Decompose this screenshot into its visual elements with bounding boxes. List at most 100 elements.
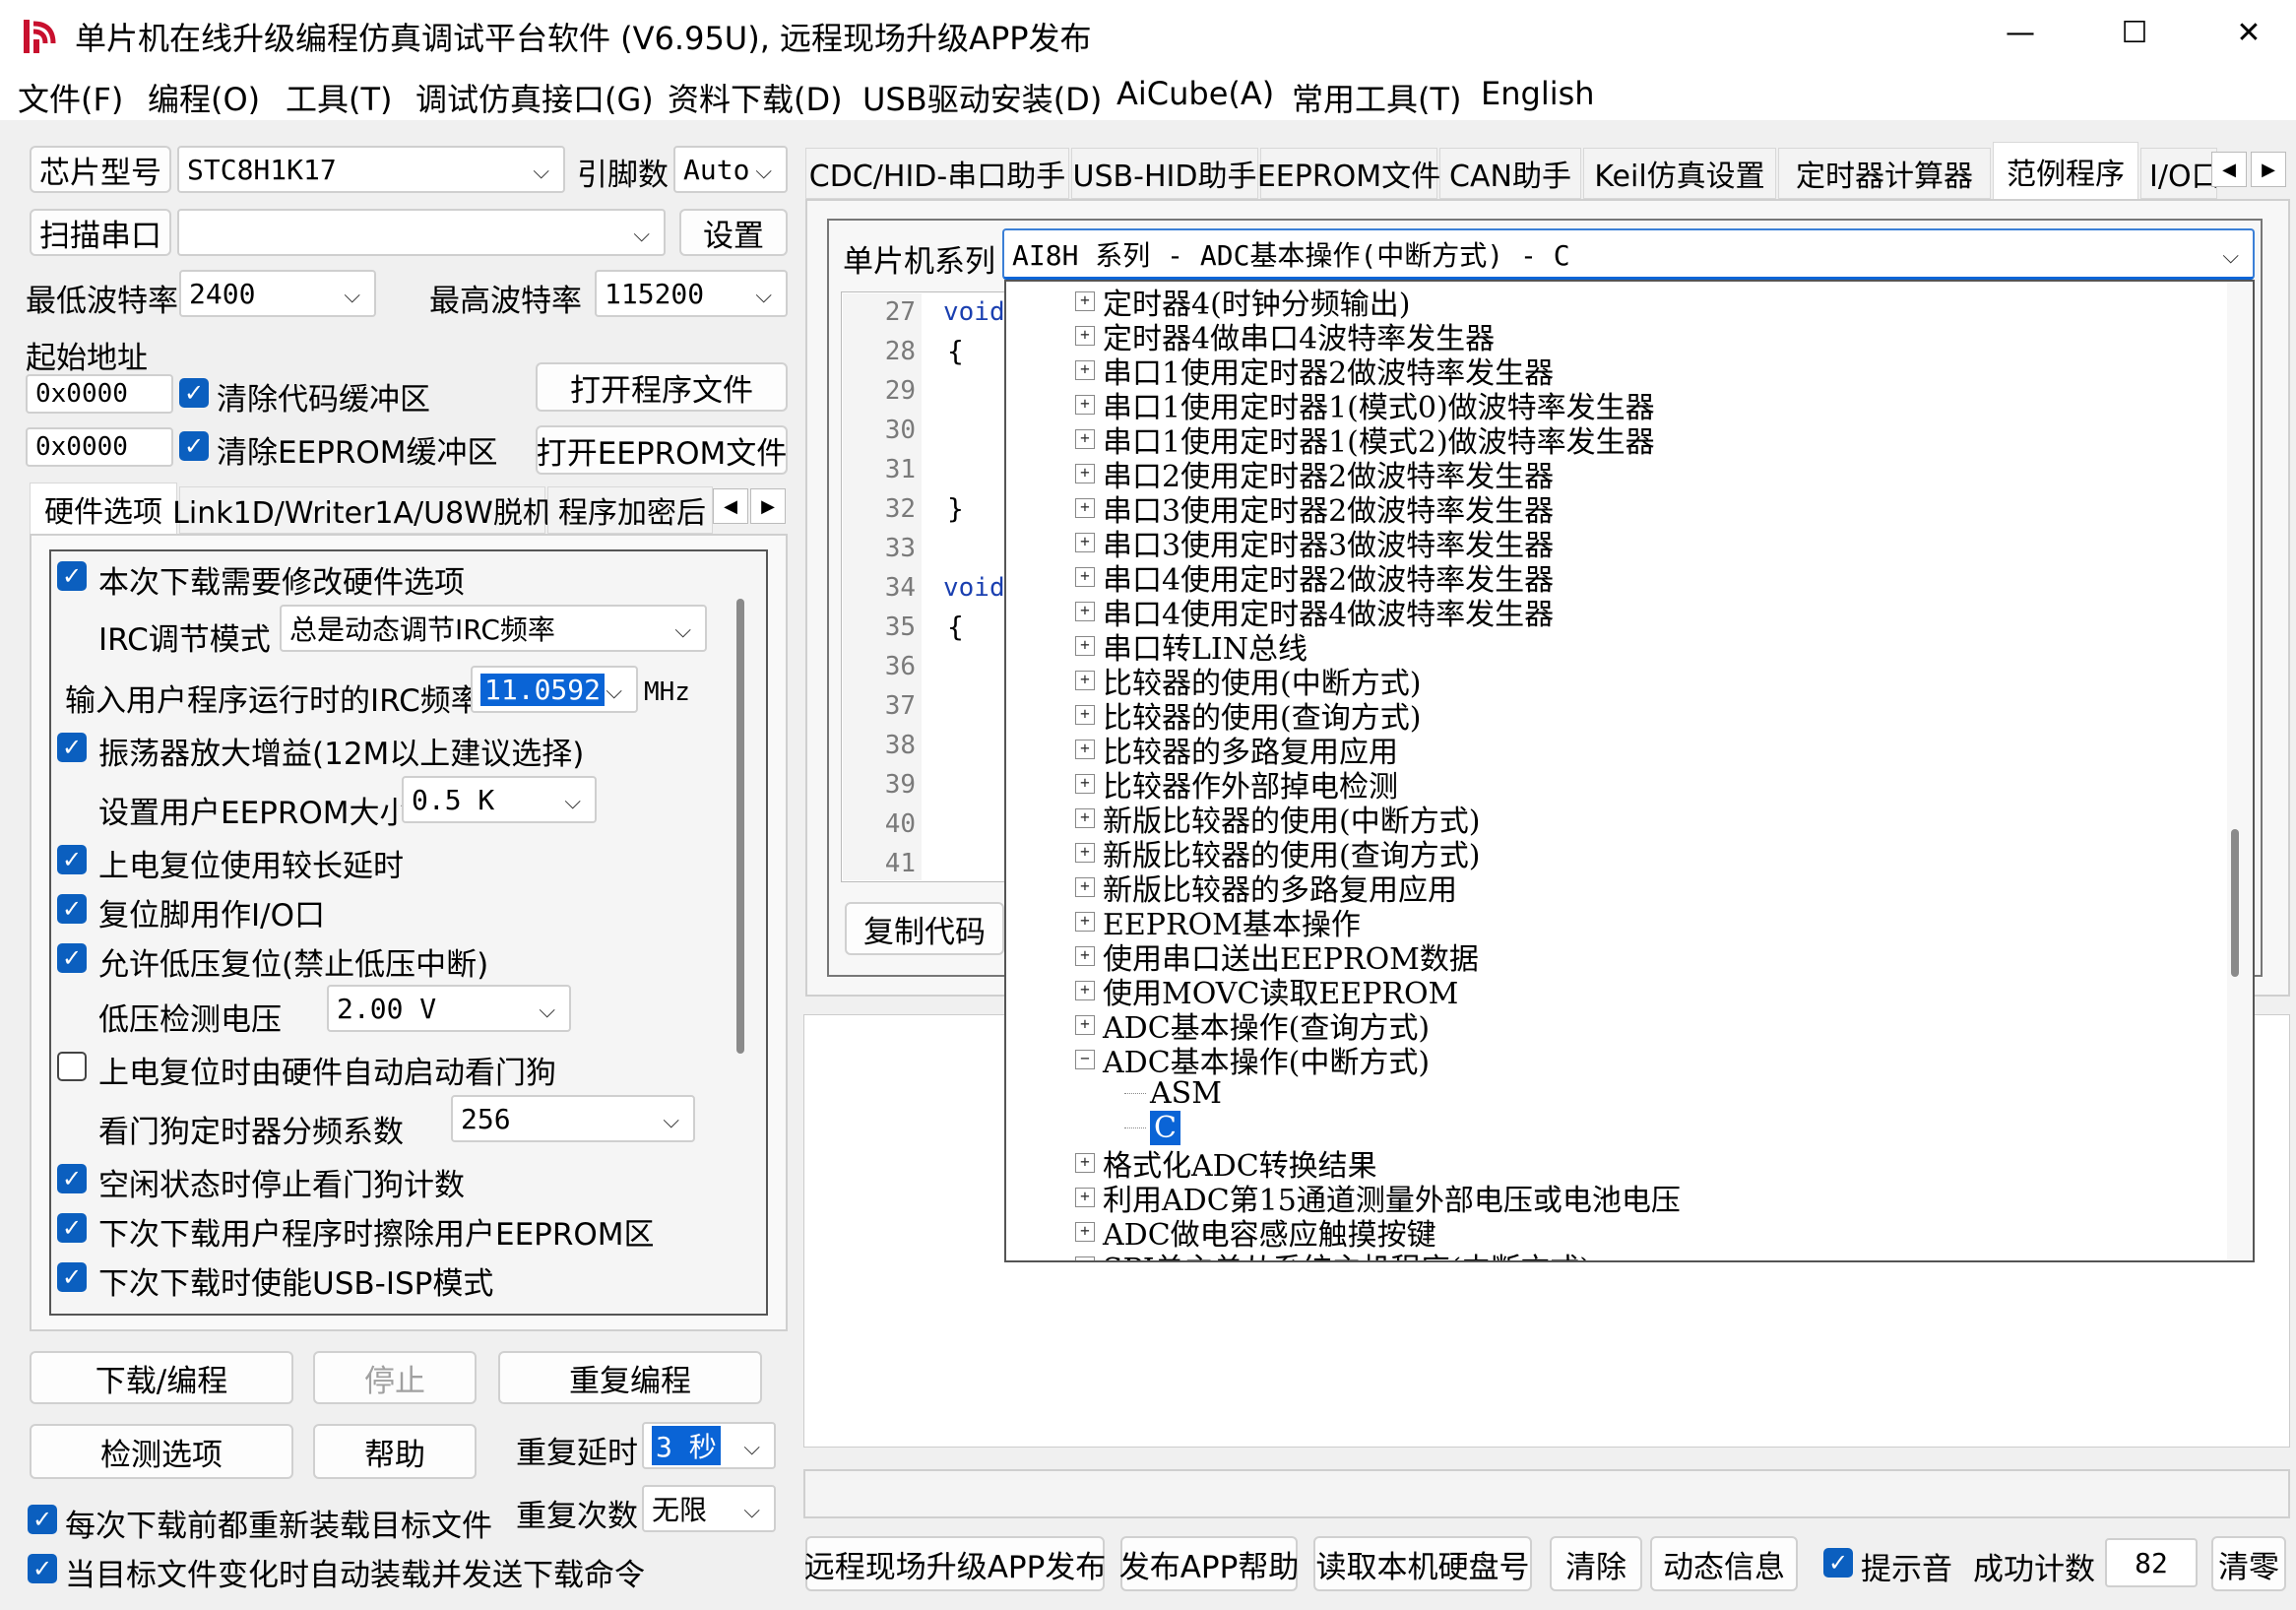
checkbox-icon[interactable]: ✓: [57, 894, 87, 924]
tree-item[interactable]: − ADC基本操作(中断方式): [1075, 1042, 1430, 1080]
tab-hardware-options[interactable]: 硬件选项: [30, 483, 177, 534]
settings-button[interactable]: 设置: [679, 209, 788, 256]
expand-icon[interactable]: +: [1075, 463, 1095, 483]
chip-model-select[interactable]: STC8H1K17 ⌵: [177, 146, 565, 193]
expand-icon[interactable]: +: [1075, 1152, 1095, 1173]
tab-cdc-serial[interactable]: CDC/HID-串口助手: [805, 148, 1069, 199]
expand-icon[interactable]: +: [1075, 601, 1095, 621]
dynamic-info-button[interactable]: 动态信息: [1650, 1536, 1798, 1591]
tab-timer-calc[interactable]: 定时器计算器: [1778, 148, 1991, 199]
scroll-left-icon[interactable]: ◀: [713, 488, 748, 524]
clear-button[interactable]: 清除: [1550, 1536, 1642, 1591]
expand-icon[interactable]: +: [1075, 497, 1095, 518]
expand-icon[interactable]: +: [1075, 635, 1095, 656]
repeat-delay-select[interactable]: 3 秒 ⌵: [642, 1422, 776, 1469]
port-select[interactable]: ⌵: [177, 209, 666, 256]
chip-model-button[interactable]: 芯片型号: [30, 146, 171, 193]
tree-scrollbar-thumb[interactable]: [2231, 829, 2239, 977]
open-eeprom-button[interactable]: 打开EEPROM文件: [536, 425, 788, 475]
download-button[interactable]: 下载/编程: [30, 1351, 293, 1404]
open-program-button[interactable]: 打开程序文件: [536, 362, 788, 412]
tab-io[interactable]: I/O口: [2140, 148, 2217, 199]
menu-common-tools[interactable]: 常用工具(T): [1292, 75, 1462, 120]
check-options-button[interactable]: 检测选项: [30, 1424, 293, 1479]
menu-aicube[interactable]: AiCube(A): [1116, 75, 1274, 112]
pins-select[interactable]: Auto ⌵: [673, 146, 788, 193]
remote-upgrade-button[interactable]: 远程现场升级APP发布: [804, 1536, 1106, 1591]
expand-icon[interactable]: +: [1075, 980, 1095, 1000]
stop-button[interactable]: 停止: [313, 1351, 477, 1404]
tab-link1d[interactable]: Link1D/Writer1A/U8W脱机: [172, 486, 552, 534]
checkbox-icon[interactable]: ✓: [57, 561, 87, 591]
expand-icon[interactable]: +: [1075, 359, 1095, 380]
address-input-2[interactable]: 0x0000: [26, 427, 173, 467]
scan-port-button[interactable]: 扫描串口: [30, 209, 171, 256]
expand-icon[interactable]: +: [1075, 704, 1095, 725]
low-voltage-select[interactable]: 2.00 V ⌵: [327, 985, 571, 1032]
expand-icon[interactable]: +: [1075, 1256, 1095, 1260]
menu-downloads[interactable]: 资料下载(D): [668, 75, 843, 120]
tree-scrollbar-track[interactable]: [2227, 282, 2253, 1260]
wdt-select[interactable]: 256 ⌵: [451, 1095, 695, 1142]
expand-icon[interactable]: +: [1075, 842, 1095, 863]
app-help-button[interactable]: 发布APP帮助: [1119, 1536, 1299, 1591]
tab-examples[interactable]: 范例程序: [1993, 142, 2138, 199]
irc-mode-select[interactable]: 总是动态调节IRC频率 ⌵: [280, 605, 707, 652]
expand-icon[interactable]: +: [1075, 911, 1095, 932]
checkbox-icon[interactable]: ✓: [57, 1164, 87, 1193]
collapse-icon[interactable]: −: [1075, 1049, 1095, 1069]
expand-icon[interactable]: +: [1075, 807, 1095, 828]
tab-can[interactable]: CAN助手: [1439, 148, 1581, 199]
scroll-right-icon[interactable]: ▶: [2251, 152, 2286, 187]
menu-usb-driver[interactable]: USB驱动安装(D): [862, 75, 1102, 120]
expand-icon[interactable]: +: [1075, 739, 1095, 759]
expand-icon[interactable]: +: [1075, 394, 1095, 415]
series-select[interactable]: AI8H 系列 - ADC基本操作(中断方式) - C ⌵: [1002, 228, 2255, 280]
tree-item[interactable]: +SPI单主单从系统主机程序(中断方式): [1075, 1249, 1591, 1260]
checkbox-icon[interactable]: ✓: [179, 378, 209, 408]
menu-program[interactable]: 编程(O): [148, 75, 260, 120]
close-button[interactable]: ✕: [2192, 0, 2296, 65]
repeat-program-button[interactable]: 重复编程: [498, 1351, 762, 1404]
checkbox-icon[interactable]: ✓: [57, 845, 87, 874]
copy-code-button[interactable]: 复制代码: [845, 902, 1004, 955]
expand-icon[interactable]: +: [1075, 428, 1095, 449]
checkbox-icon[interactable]: ✓: [57, 1262, 87, 1292]
tab-keil[interactable]: Keil仿真设置: [1583, 148, 1776, 199]
checkbox-icon[interactable]: [57, 1052, 87, 1081]
irc-freq-select[interactable]: 11.0592 ⌵: [471, 666, 638, 713]
reset-count-button[interactable]: 清零: [2211, 1536, 2286, 1591]
eeprom-size-select[interactable]: 0.5 K ⌵: [402, 776, 597, 823]
expand-icon[interactable]: +: [1075, 670, 1095, 690]
maximize-button[interactable]: ☐: [2077, 0, 2192, 65]
menu-file[interactable]: 文件(F): [18, 75, 123, 120]
menu-debug[interactable]: 调试仿真接口(G): [415, 75, 654, 120]
menu-english[interactable]: English: [1481, 75, 1595, 112]
checkbox-icon[interactable]: ✓: [28, 1505, 57, 1534]
examples-tree-dropdown[interactable]: + 定时器4(时钟分频输出) + 定时器4做串口4波特率发生器 + 串口1使用定时器2做波…: [1004, 280, 2255, 1262]
scroll-right-icon[interactable]: ▶: [750, 488, 786, 524]
checkbox-icon[interactable]: ✓: [1823, 1548, 1853, 1578]
tree-item[interactable]: ASM: [1124, 1076, 1222, 1111]
read-disk-button[interactable]: 读取本机硬盘号: [1313, 1536, 1532, 1591]
checkbox-icon[interactable]: ✓: [57, 733, 87, 762]
checkbox-icon[interactable]: ✓: [28, 1554, 57, 1583]
expand-icon[interactable]: +: [1075, 876, 1095, 897]
checkbox-icon[interactable]: ✓: [57, 943, 87, 973]
min-baud-select[interactable]: 2400 ⌵: [179, 270, 376, 317]
expand-icon[interactable]: +: [1075, 1221, 1095, 1242]
menu-tools[interactable]: 工具(T): [286, 75, 393, 120]
expand-icon[interactable]: +: [1075, 566, 1095, 587]
scroll-left-icon[interactable]: ◀: [2211, 152, 2247, 187]
help-button[interactable]: 帮助: [313, 1424, 477, 1479]
expand-icon[interactable]: +: [1075, 773, 1095, 794]
expand-icon[interactable]: +: [1075, 532, 1095, 552]
tab-usb-hid[interactable]: USB-HID助手: [1071, 148, 1258, 199]
minimize-button[interactable]: —: [1963, 0, 2077, 65]
expand-icon[interactable]: +: [1075, 290, 1095, 311]
repeat-count-select[interactable]: 无限 ⌵: [642, 1485, 776, 1532]
checkbox-icon[interactable]: ✓: [179, 431, 209, 461]
expand-icon[interactable]: +: [1075, 325, 1095, 346]
address-input-1[interactable]: 0x0000: [26, 374, 173, 414]
tab-program-encrypt[interactable]: 程序加密后: [547, 486, 713, 534]
